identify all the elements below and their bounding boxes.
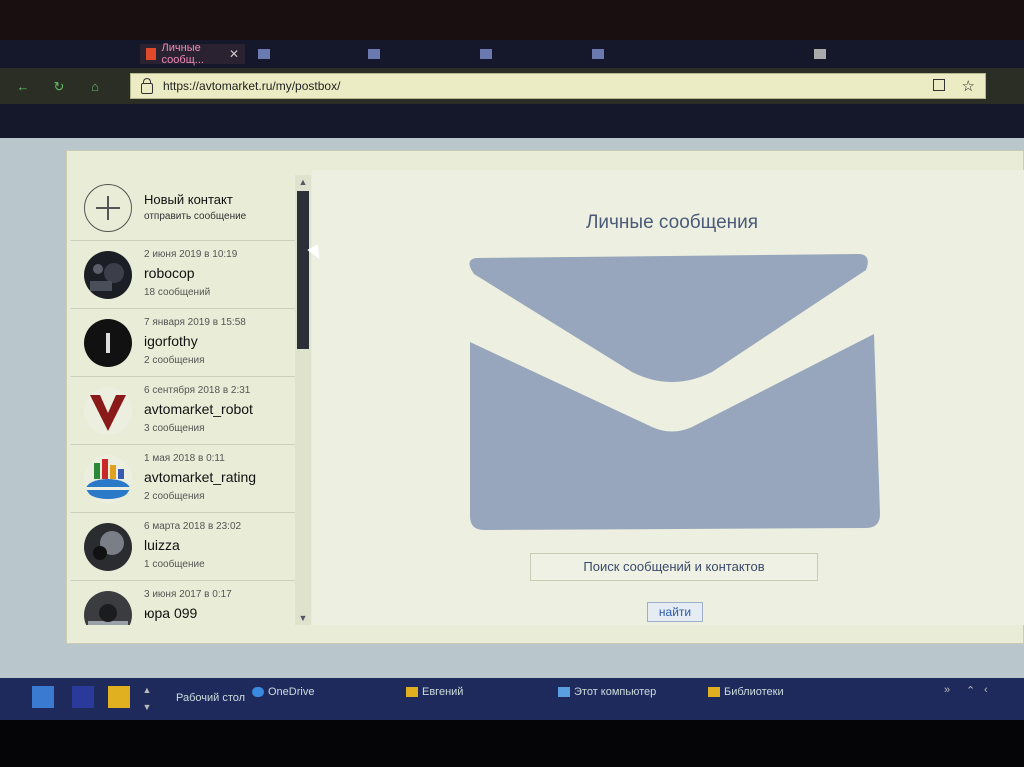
cloud-icon: [252, 687, 264, 698]
tab-label: Личные сообщ...: [161, 42, 204, 66]
contact-message-count: 3 сообщения: [144, 423, 205, 434]
bottom-bezel: [0, 720, 1024, 767]
avatar: [84, 387, 132, 435]
chevron-up-icon[interactable]: ⌃: [966, 684, 975, 697]
new-contact-title: Новый контакт: [144, 192, 233, 207]
contact-name: avtomarket_robot: [144, 401, 253, 417]
contacts-sidebar: Новый контакт отправить сообщение 2 июня…: [70, 170, 310, 625]
user-item[interactable]: Евгений: [406, 686, 463, 698]
folder-icon[interactable]: [108, 686, 130, 708]
tab-icon: [368, 49, 380, 59]
contact-message-count: 18 сообщений: [144, 287, 211, 298]
avatar: [84, 591, 132, 625]
contact-date: 6 сентября 2018 в 2:31: [144, 385, 251, 396]
favorites-bar: [0, 104, 1024, 138]
tab-4[interactable]: [480, 44, 492, 64]
scrollbar-thumb[interactable]: [297, 191, 309, 349]
desktop-label[interactable]: Рабочий стол: [176, 692, 245, 704]
user-folder-icon: [406, 687, 418, 698]
onedrive-item[interactable]: OneDrive: [252, 686, 314, 698]
find-button[interactable]: найти: [647, 602, 703, 622]
tab-icon: [258, 49, 270, 59]
tab-5[interactable]: [592, 44, 604, 64]
contact-item[interactable]: 2 июня 2019 в 10:19 robocop 18 сообщений: [70, 241, 310, 309]
back-icon[interactable]: ←: [16, 80, 30, 94]
contact-message-count: 2 сообщения: [144, 491, 205, 502]
tab-icon: [814, 49, 826, 59]
contact-item[interactable]: 6 марта 2018 в 23:02 luizza 1 сообщение: [70, 513, 310, 581]
contact-date: 7 января 2019 в 15:58: [144, 317, 246, 328]
envelope-icon: [462, 252, 882, 532]
messages-panel: Личные сообщения Поиск сообщений и конта…: [312, 170, 1024, 625]
contact-item[interactable]: 1 мая 2018 в 0:11 avtomarket_rating 2 со…: [70, 445, 310, 513]
tab-icon: [480, 49, 492, 59]
scroll-up-icon[interactable]: ▲: [295, 175, 311, 189]
contact-name: luizza: [144, 537, 180, 553]
avatar: [84, 319, 132, 367]
contact-name: юра 099: [144, 605, 198, 621]
favorite-star-icon[interactable]: ☆: [962, 77, 975, 95]
contact-name: igorfothy: [144, 333, 198, 349]
refresh-icon[interactable]: ↻: [52, 80, 66, 94]
address-url: https://avtomarket.ru/my/postbox/: [163, 79, 341, 93]
user-label: Евгений: [422, 686, 464, 698]
close-icon[interactable]: ✕: [229, 47, 239, 61]
page-title: Личные сообщения: [585, 212, 759, 233]
avatar: [84, 251, 132, 299]
plus-icon[interactable]: [84, 184, 132, 232]
tab-2[interactable]: [258, 44, 270, 64]
contact-date: 1 мая 2018 в 0:11: [144, 453, 225, 464]
libraries-icon: [708, 687, 720, 698]
calculator-icon[interactable]: [32, 686, 54, 708]
site-favicon-icon: [146, 48, 156, 60]
address-bar[interactable]: https://avtomarket.ru/my/postbox/ ☆: [130, 73, 986, 99]
computer-item[interactable]: Этот компьютер: [558, 686, 656, 698]
contact-item[interactable]: 6 сентября 2018 в 2:31 avtomarket_robot …: [70, 377, 310, 445]
sidebar-scrollbar[interactable]: ▲ ▼: [295, 175, 311, 625]
tray-expand-icon[interactable]: »: [944, 684, 950, 696]
computer-label: Этот компьютер: [574, 686, 657, 698]
libraries-item[interactable]: Библиотеки: [708, 686, 784, 698]
contact-item[interactable]: 3 июня 2017 в 0:17 юра 099: [70, 581, 310, 625]
contact-date: 6 марта 2018 в 23:02: [144, 521, 242, 532]
contact-message-count: 2 сообщения: [144, 355, 205, 366]
lock-icon: [141, 77, 153, 94]
contact-name: avtomarket_rating: [144, 469, 257, 485]
contact-item[interactable]: 7 января 2019 в 15:58 igorfothy 2 сообще…: [70, 309, 310, 377]
tab-3[interactable]: [368, 44, 380, 64]
libraries-label: Библиотеки: [724, 686, 784, 698]
tab-icon: [592, 49, 604, 59]
onedrive-label: OneDrive: [268, 686, 315, 698]
tab-active[interactable]: Личные сообщ... ✕: [140, 42, 245, 66]
tab-6[interactable]: [814, 44, 826, 64]
taskbar-scroll[interactable]: ▲ ▼: [140, 682, 154, 716]
new-contact-item[interactable]: Новый контакт отправить сообщение: [70, 170, 310, 241]
scroll-down-icon[interactable]: ▼: [295, 611, 311, 625]
top-bezel: [0, 0, 1024, 40]
avatar: [84, 523, 132, 571]
app-icon[interactable]: [72, 686, 94, 708]
chevron-left-icon[interactable]: ‹: [984, 684, 988, 696]
home-icon[interactable]: ⌂: [88, 80, 102, 94]
contact-message-count: 1 сообщение: [144, 559, 205, 570]
contact-date: 3 июня 2017 в 0:17: [144, 589, 232, 600]
avatar: [84, 455, 132, 503]
contact-date: 2 июня 2019 в 10:19: [144, 249, 238, 260]
computer-icon: [558, 687, 570, 698]
reading-view-icon[interactable]: [933, 79, 945, 91]
search-input[interactable]: Поиск сообщений и контактов: [530, 553, 818, 581]
contact-name: robocop: [144, 265, 195, 281]
new-contact-subtitle: отправить сообщение: [144, 211, 247, 222]
